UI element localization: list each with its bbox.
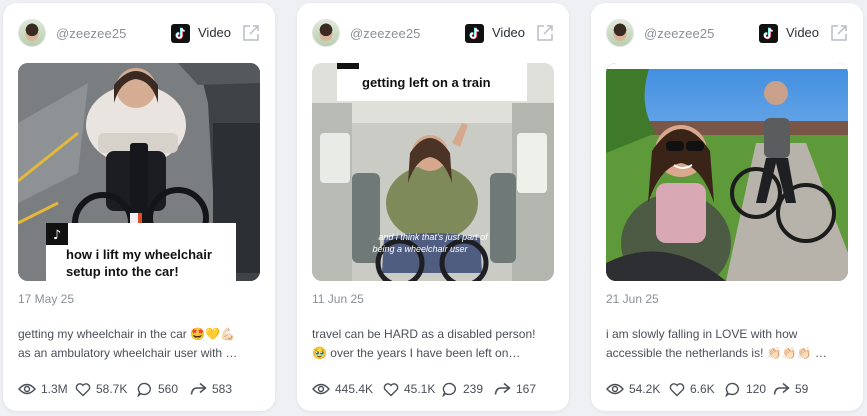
views-count: 1.3M <box>41 382 68 396</box>
likes-count: 58.7K <box>96 382 128 396</box>
comment-bubble-icon <box>442 382 456 397</box>
post-card[interactable]: @zeezee25 Video <box>297 3 569 411</box>
views-count: 445.4K <box>335 382 374 396</box>
video-thumbnail[interactable] <box>606 63 848 281</box>
tiktok-icon <box>171 24 190 43</box>
views-stat: 445.4K <box>312 379 373 399</box>
thumb-subtitle-line2: being a wheelchair user <box>372 244 468 254</box>
external-link-icon[interactable] <box>535 23 555 43</box>
post-description[interactable]: i am slowly falling in LOVE with how acc… <box>606 325 848 362</box>
description-line2: 🥹 over the years I have been left on… <box>312 345 521 360</box>
comments-stat: 560 <box>137 379 178 399</box>
description-line1: i am slowly falling in LOVE with how <box>606 327 798 341</box>
share-arrow-icon <box>190 382 207 395</box>
description-line1: travel can be HARD as a disabled person! <box>312 327 536 341</box>
likes-count: 6.6K <box>690 382 715 396</box>
source-type-label: Video <box>786 25 820 40</box>
external-link-icon[interactable] <box>241 23 261 43</box>
share-arrow-icon <box>494 382 511 395</box>
shares-count: 583 <box>212 382 233 396</box>
shares-stat: 583 <box>190 379 232 399</box>
svg-text:♪: ♪ <box>53 228 61 243</box>
avatar[interactable] <box>18 19 46 47</box>
comments-stat: 120 <box>725 379 766 399</box>
post-date: 11 Jun 25 <box>312 292 364 306</box>
comment-bubble-icon <box>137 382 151 397</box>
post-card[interactable]: @zeezee25 Video <box>3 3 275 411</box>
comments-stat: 239 <box>442 379 483 399</box>
views-stat: 1.3M <box>18 379 68 399</box>
card-header: @zeezee25 Video <box>606 18 848 48</box>
card-header: @zeezee25 Video <box>312 18 554 48</box>
author-handle[interactable]: @zeezee25 <box>56 26 126 41</box>
thumb-top-caption: getting left on a train <box>362 75 491 90</box>
author-handle[interactable]: @zeezee25 <box>350 26 420 41</box>
comments-count: 239 <box>463 382 484 396</box>
comment-bubble-icon <box>725 382 739 397</box>
shares-stat: 167 <box>494 379 536 399</box>
likes-stat: 45.1K <box>383 379 435 399</box>
heart-icon <box>383 382 399 396</box>
post-date: 21 Jun 25 <box>606 292 659 306</box>
description-line2: accessible the netherlands is! 👏🏻👏🏻👏🏻 … <box>606 345 827 360</box>
comments-count: 560 <box>158 382 179 396</box>
tiktok-icon <box>465 24 484 43</box>
eye-icon <box>312 383 330 395</box>
avatar[interactable] <box>606 19 634 47</box>
post-description[interactable]: travel can be HARD as a disabled person!… <box>312 325 554 362</box>
post-date: 17 May 25 <box>18 292 75 306</box>
description-line2: as an ambulatory wheelchair user with … <box>18 345 238 360</box>
post-description[interactable]: getting my wheelchair in the car 🤩💛💪🏻 as… <box>18 325 260 362</box>
thumb-caption-line2: setup into the car! <box>66 264 179 279</box>
engagement-stats: 1.3M 58.7K 560 583 <box>18 379 268 399</box>
engagement-stats: 54.2K 6.6K 120 59 <box>606 379 856 399</box>
source-type-label: Video <box>492 25 526 40</box>
thumb-subtitle-line1: and i think that's just part of <box>378 232 489 242</box>
likes-count: 45.1K <box>404 382 436 396</box>
source-type-label: Video <box>198 25 232 40</box>
video-thumbnail[interactable]: ♪ how i lift my wheelchair setup into th… <box>18 63 260 281</box>
heart-icon <box>75 382 91 396</box>
likes-stat: 58.7K <box>75 379 127 399</box>
views-stat: 54.2K <box>606 379 660 399</box>
views-count: 54.2K <box>629 382 661 396</box>
external-link-icon[interactable] <box>829 23 849 43</box>
shares-count: 167 <box>516 382 537 396</box>
description-line1: getting my wheelchair in the car 🤩💛💪🏻 <box>18 327 235 341</box>
post-card[interactable]: @zeezee25 Video <box>591 3 863 411</box>
share-arrow-icon <box>773 382 790 395</box>
comments-count: 120 <box>746 382 767 396</box>
avatar[interactable] <box>312 19 340 47</box>
author-handle[interactable]: @zeezee25 <box>644 26 714 41</box>
video-thumbnail[interactable]: getting left on a train and i think that… <box>312 63 554 281</box>
card-header: @zeezee25 Video <box>18 18 260 48</box>
eye-icon <box>606 383 624 395</box>
heart-icon <box>669 382 685 396</box>
thumb-caption-line1: how i lift my wheelchair <box>66 247 212 262</box>
shares-stat: 59 <box>773 379 808 399</box>
engagement-stats: 445.4K 45.1K 239 167 <box>312 379 562 399</box>
likes-stat: 6.6K <box>669 379 715 399</box>
eye-icon <box>18 383 36 395</box>
shares-count: 59 <box>795 382 809 396</box>
tiktok-icon <box>759 24 778 43</box>
